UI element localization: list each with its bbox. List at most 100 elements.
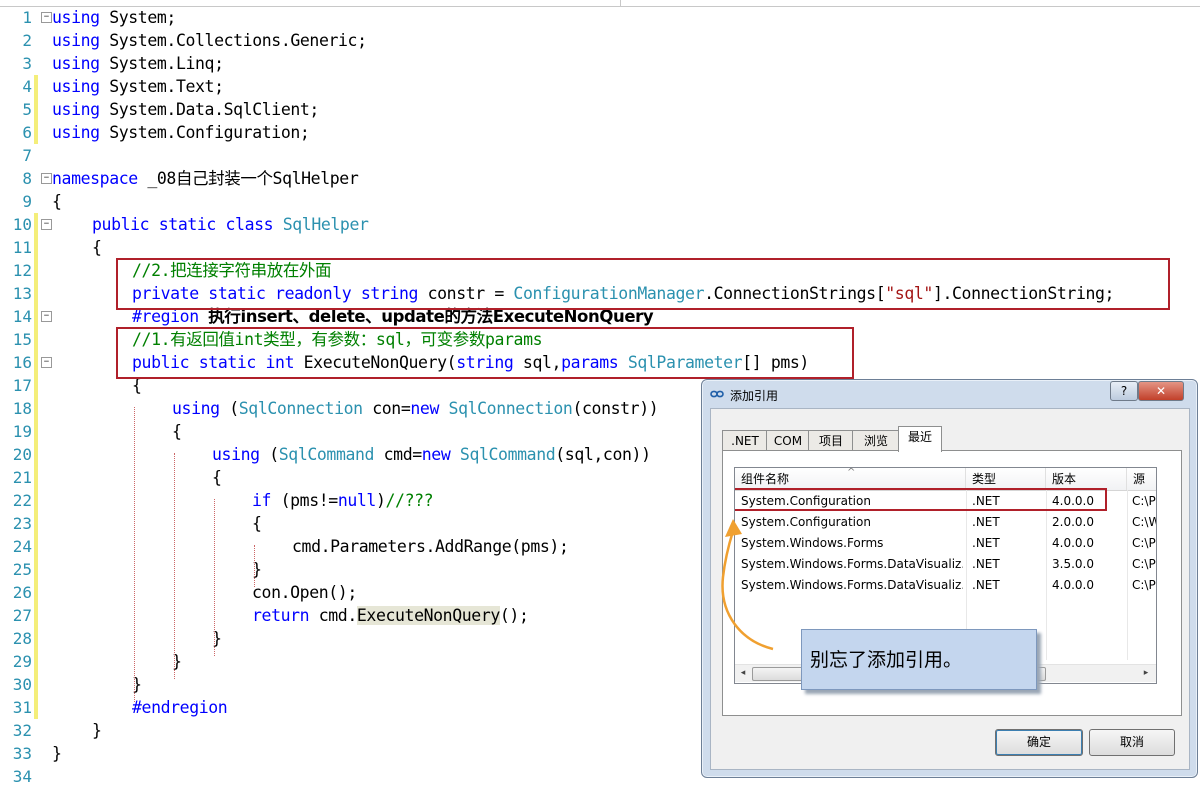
tab-browse[interactable]: 浏览 xyxy=(852,430,900,451)
change-marker xyxy=(34,121,38,144)
code-token: con.Open(); xyxy=(252,583,357,602)
code-token: (sql,con)) xyxy=(555,445,651,464)
tab-recent[interactable]: 最近 xyxy=(898,426,942,452)
change-marker xyxy=(34,489,38,512)
line-number: 23 xyxy=(12,514,32,533)
collapse-icon[interactable]: − xyxy=(41,219,52,230)
line-number: 12 xyxy=(12,261,32,280)
change-marker xyxy=(34,75,38,98)
change-marker xyxy=(34,351,38,374)
callout-arrow-icon xyxy=(721,519,774,651)
collapse-icon[interactable]: − xyxy=(41,311,52,322)
annotation-box-connection-string xyxy=(116,258,1170,310)
code-token: public xyxy=(92,215,150,234)
change-marker xyxy=(34,374,38,397)
cell-src: C:\P xyxy=(1132,578,1156,592)
code-line[interactable]: 2 using System.Collections.Generic; xyxy=(0,29,1200,52)
code-text: { xyxy=(172,420,182,443)
line-number: 7 xyxy=(22,146,32,165)
line-number: 17 xyxy=(12,376,32,395)
line-number: 30 xyxy=(12,675,32,694)
code-line[interactable]: 11 { xyxy=(0,236,1200,259)
line-number: 32 xyxy=(12,721,32,740)
column-header-type[interactable]: 类型 xyxy=(966,468,1046,490)
code-token: ( xyxy=(259,445,279,464)
code-token: #endregion xyxy=(132,698,228,717)
code-text: return cmd.ExecuteNonQuery(); xyxy=(252,604,529,627)
column-header-source[interactable]: 源 xyxy=(1127,468,1156,490)
code-line[interactable]: 8− namespace _08自己封装一个SqlHelper xyxy=(0,167,1200,190)
code-token: null xyxy=(337,491,377,510)
code-text: using (SqlCommand cmd=new SqlCommand(sql… xyxy=(212,443,651,466)
cell-type: .NET xyxy=(972,515,1000,529)
code-token: SqlConnection xyxy=(448,399,573,418)
cell-src: C:\W xyxy=(1132,515,1156,529)
line-number: 1 xyxy=(22,8,32,27)
collapse-icon[interactable]: − xyxy=(41,357,52,368)
dialog-app-icon xyxy=(710,390,724,398)
scroll-right-icon[interactable]: ▸ xyxy=(1139,667,1153,680)
code-text: { xyxy=(212,466,222,489)
line-number: 3 xyxy=(22,54,32,73)
code-token: SqlConnection xyxy=(238,399,363,418)
collapse-icon[interactable]: − xyxy=(41,12,52,23)
change-marker xyxy=(34,650,38,673)
scroll-left-icon[interactable]: ◂ xyxy=(736,667,750,680)
code-text: using (SqlConnection con=new SqlConnecti… xyxy=(172,397,659,420)
collapse-icon[interactable]: − xyxy=(41,173,52,184)
code-token: (constr)) xyxy=(572,399,659,418)
line-number: 34 xyxy=(12,767,32,786)
cell-src: C:\P xyxy=(1132,494,1156,508)
code-token: using xyxy=(52,31,100,50)
line-number: 31 xyxy=(12,698,32,717)
close-button[interactable]: ✕ xyxy=(1138,381,1184,401)
code-token: (pms!= xyxy=(271,491,339,510)
code-token: } xyxy=(92,721,102,740)
cell-src: C:\P xyxy=(1132,557,1156,571)
dialog-body: .NET COM 项目 浏览 最近 组件名称 ^ 类型 版本 源 System.C… xyxy=(710,408,1190,770)
code-line[interactable]: 6 using System.Configuration; xyxy=(0,121,1200,144)
line-number: 27 xyxy=(12,606,32,625)
line-number: 8 xyxy=(22,169,32,188)
code-text: using System.Linq; xyxy=(52,52,224,75)
code-token: SqlCommand xyxy=(278,445,375,464)
line-number: 13 xyxy=(12,284,32,303)
line-number: 4 xyxy=(22,77,32,96)
line-number: 29 xyxy=(12,652,32,671)
indent-guide xyxy=(174,453,175,679)
code-token: cmd. xyxy=(309,606,358,625)
cell-version: 4.0.0.0 xyxy=(1052,578,1094,592)
column-header-version[interactable]: 版本 xyxy=(1046,468,1127,490)
change-marker xyxy=(34,627,38,650)
line-number: 14 xyxy=(12,307,32,326)
line-number: 28 xyxy=(12,629,32,648)
code-text: using System.Collections.Generic; xyxy=(52,29,367,52)
reminder-callout: 别忘了添加引用。 xyxy=(801,629,1037,690)
code-token: System.Collections.Generic; xyxy=(99,31,367,50)
code-line[interactable]: 7 xyxy=(0,144,1200,167)
line-number: 16 xyxy=(12,353,32,372)
code-text: { xyxy=(252,512,262,535)
code-text: public static class SqlHelper xyxy=(92,213,369,236)
add-reference-dialog[interactable]: 添加引用 ? ✕ .NET COM 项目 浏览 最近 组件名称 ^ 类型 版本 源… xyxy=(701,379,1198,778)
change-marker xyxy=(34,213,38,236)
code-line[interactable]: 9{ xyxy=(0,190,1200,213)
code-line[interactable]: 1− using System; xyxy=(0,6,1200,29)
line-number: 24 xyxy=(12,537,32,556)
ok-button[interactable]: 确定 xyxy=(995,729,1083,756)
code-line[interactable]: 5 using System.Data.SqlClient; xyxy=(0,98,1200,121)
code-token: { xyxy=(92,238,102,257)
code-token: using xyxy=(52,100,100,119)
code-line[interactable]: 3 using System.Linq; xyxy=(0,52,1200,75)
line-number: 15 xyxy=(12,330,32,349)
help-button[interactable]: ? xyxy=(1110,381,1138,401)
code-text: using System; xyxy=(52,6,176,29)
cell-version: 2.0.0.0 xyxy=(1052,515,1094,529)
code-line[interactable]: 4 using System.Text; xyxy=(0,75,1200,98)
code-line[interactable]: 10− public static class SqlHelper xyxy=(0,213,1200,236)
code-text: namespace _08自己封装一个SqlHelper xyxy=(52,167,359,190)
cancel-button[interactable]: 取消 xyxy=(1089,729,1175,756)
code-text: } xyxy=(92,719,102,742)
